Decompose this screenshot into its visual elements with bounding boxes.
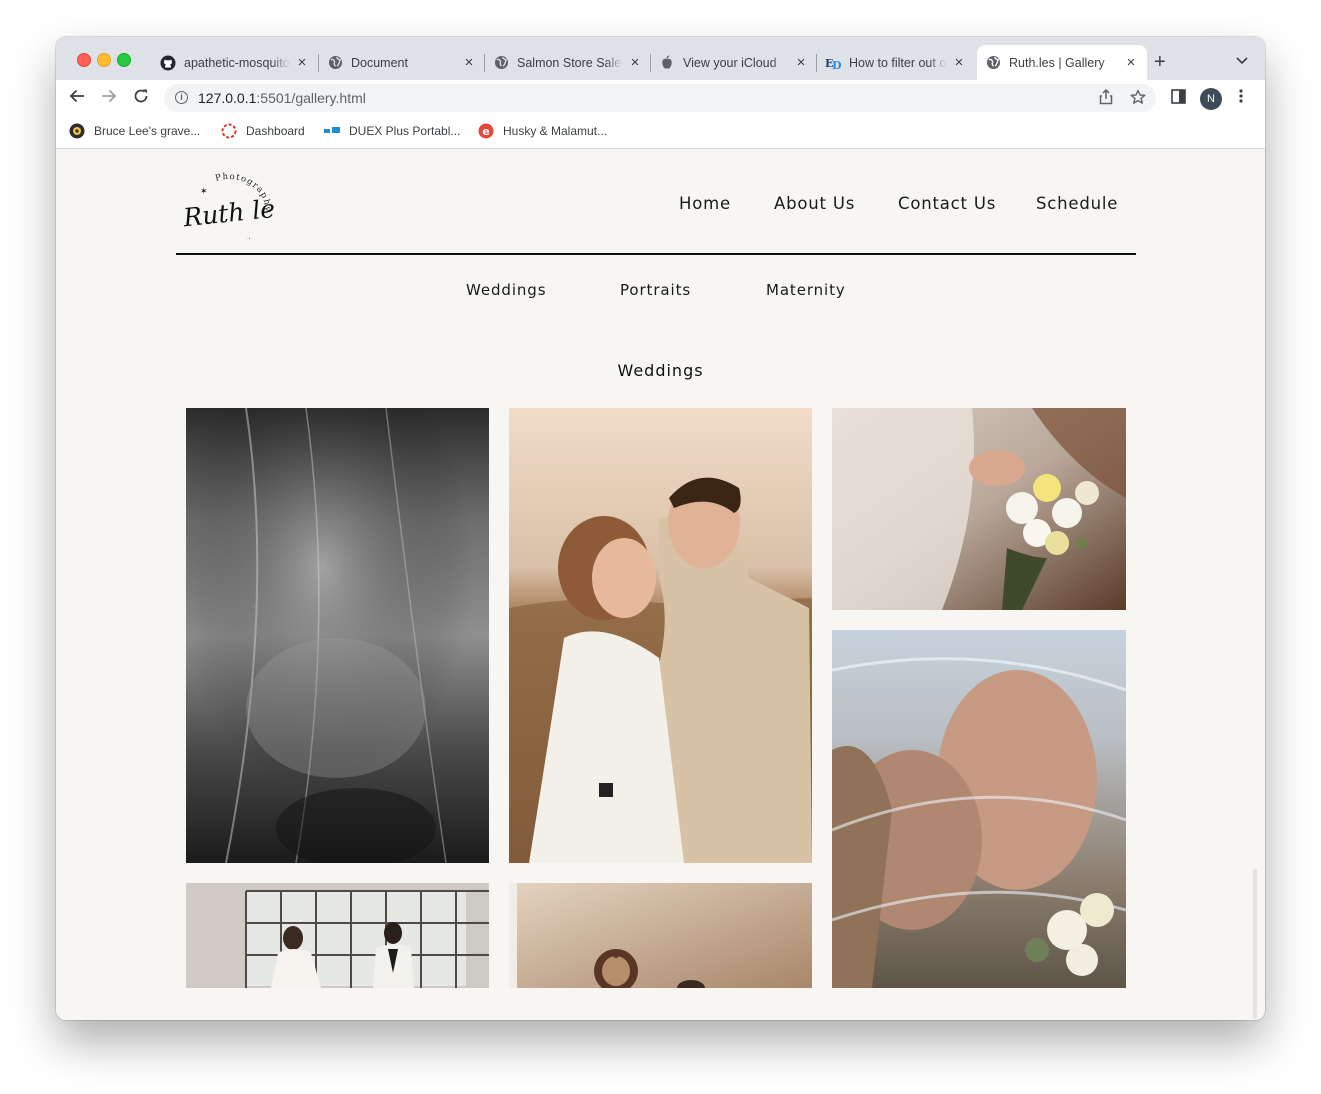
dashboard-favicon-icon (221, 123, 237, 139)
back-arrow-icon[interactable] (69, 88, 85, 108)
site-logo[interactable]: Photography Ruth les ✶ ✶ (176, 161, 289, 245)
page-scrollbar[interactable] (1253, 869, 1257, 1019)
svg-text:D: D (832, 59, 841, 70)
bookmark-label: Dashboard (246, 124, 305, 138)
tab-title: Salmon Store Sales (517, 55, 623, 70)
site-info-icon[interactable]: i (175, 91, 188, 104)
gallery-photo[interactable] (186, 883, 489, 988)
forward-arrow-icon[interactable] (101, 88, 117, 108)
nav-home[interactable]: Home (679, 194, 731, 213)
nav-contact-us[interactable]: Contact Us (898, 194, 996, 213)
bookmarks-bar: Bruce Lee's grave... Dashboard DUEX Plus… (56, 117, 1265, 149)
tab-title: Document (351, 55, 457, 70)
minimize-window-button[interactable] (97, 53, 111, 67)
tab-ruth-gallery[interactable]: Ruth.les | Gallery × (977, 45, 1147, 80)
menu-kebab-icon[interactable] (1239, 89, 1243, 107)
close-tab-icon[interactable]: × (793, 54, 809, 71)
github-icon (160, 55, 176, 71)
tab-github[interactable]: apathetic-mosquito × (152, 45, 318, 80)
browser-toolbar: i 127.0.0.1:5501/gallery.html N (56, 80, 1265, 117)
tab-search-chevron-icon[interactable] (1236, 53, 1248, 68)
duex-favicon-icon (324, 123, 340, 139)
category-portraits[interactable]: Portraits (620, 281, 691, 299)
tab-filter-howto[interactable]: ED How to filter out o × (817, 45, 975, 80)
page-content: Photography Ruth les ✶ ✶ Home About Us C… (56, 149, 1265, 1020)
browser-window: apathetic-mosquito × Document × Salmon S… (56, 37, 1265, 1020)
url-text: 127.0.0.1:5501/gallery.html (198, 90, 366, 106)
bookmark-item[interactable]: e Husky & Malamut... (478, 123, 607, 139)
bookmark-label: DUEX Plus Portabl... (349, 124, 461, 138)
close-tab-icon[interactable]: × (294, 54, 310, 71)
bookmark-item[interactable]: Dashboard (221, 123, 305, 139)
apple-icon (659, 55, 675, 71)
bookmark-label: Husky & Malamut... (503, 124, 608, 138)
globe-icon (327, 55, 343, 71)
bookmark-item[interactable]: DUEX Plus Portabl... (324, 123, 460, 139)
nav-schedule[interactable]: Schedule (1036, 194, 1118, 213)
tab-title: Ruth.les | Gallery (1009, 55, 1119, 70)
gallery-photo[interactable] (509, 883, 812, 988)
address-bar[interactable]: i 127.0.0.1:5501/gallery.html (164, 84, 1156, 112)
close-tab-icon[interactable]: × (627, 54, 643, 71)
maximize-window-button[interactable] (117, 53, 131, 67)
globe-icon (985, 55, 1001, 71)
close-tab-icon[interactable]: × (461, 54, 477, 71)
tab-strip: apathetic-mosquito × Document × Salmon S… (56, 37, 1265, 80)
reload-icon[interactable] (133, 88, 149, 108)
profile-avatar[interactable]: N (1200, 88, 1222, 110)
husky-favicon-icon: e (478, 123, 494, 139)
tab-salmon-store[interactable]: Salmon Store Sales × (485, 45, 651, 80)
share-icon[interactable] (1099, 88, 1113, 109)
tab-icloud[interactable]: View your iCloud × (651, 45, 817, 80)
globe-icon (493, 55, 509, 71)
gallery-photo[interactable] (832, 408, 1126, 610)
tab-document[interactable]: Document × (319, 45, 485, 80)
url-path: :5501/gallery.html (256, 90, 366, 106)
tab-title: apathetic-mosquito (184, 55, 290, 70)
bookmark-item[interactable]: Bruce Lee's grave... (69, 123, 200, 139)
bookmark-star-icon[interactable] (1130, 89, 1146, 109)
bookmark-favicon-icon (69, 123, 85, 139)
close-window-button[interactable] (77, 53, 91, 67)
ed-icon: ED (825, 55, 841, 71)
nav-about-us[interactable]: About Us (774, 194, 855, 213)
tab-title: View your iCloud (683, 55, 789, 70)
logo-script-text: Ruth les (181, 193, 276, 233)
close-tab-icon[interactable]: × (951, 54, 967, 71)
close-tab-icon[interactable]: × (1123, 54, 1139, 71)
url-host: 127.0.0.1 (198, 90, 257, 106)
gallery-photo[interactable] (832, 630, 1126, 988)
side-panel-icon[interactable] (1171, 89, 1186, 108)
new-tab-button[interactable]: + (1154, 52, 1166, 72)
gallery-photo[interactable] (509, 408, 812, 863)
svg-text:✶: ✶ (246, 236, 253, 239)
tab-title: How to filter out o (849, 55, 947, 70)
gallery-title: Weddings (617, 361, 704, 380)
header-divider (176, 253, 1136, 255)
bookmark-label: Bruce Lee's grave... (94, 124, 201, 138)
svg-text:e: e (482, 125, 489, 138)
gallery-photo[interactable] (186, 408, 489, 863)
svg-text:✶: ✶ (200, 186, 208, 196)
category-maternity[interactable]: Maternity (766, 281, 846, 299)
category-weddings[interactable]: Weddings (466, 281, 546, 299)
